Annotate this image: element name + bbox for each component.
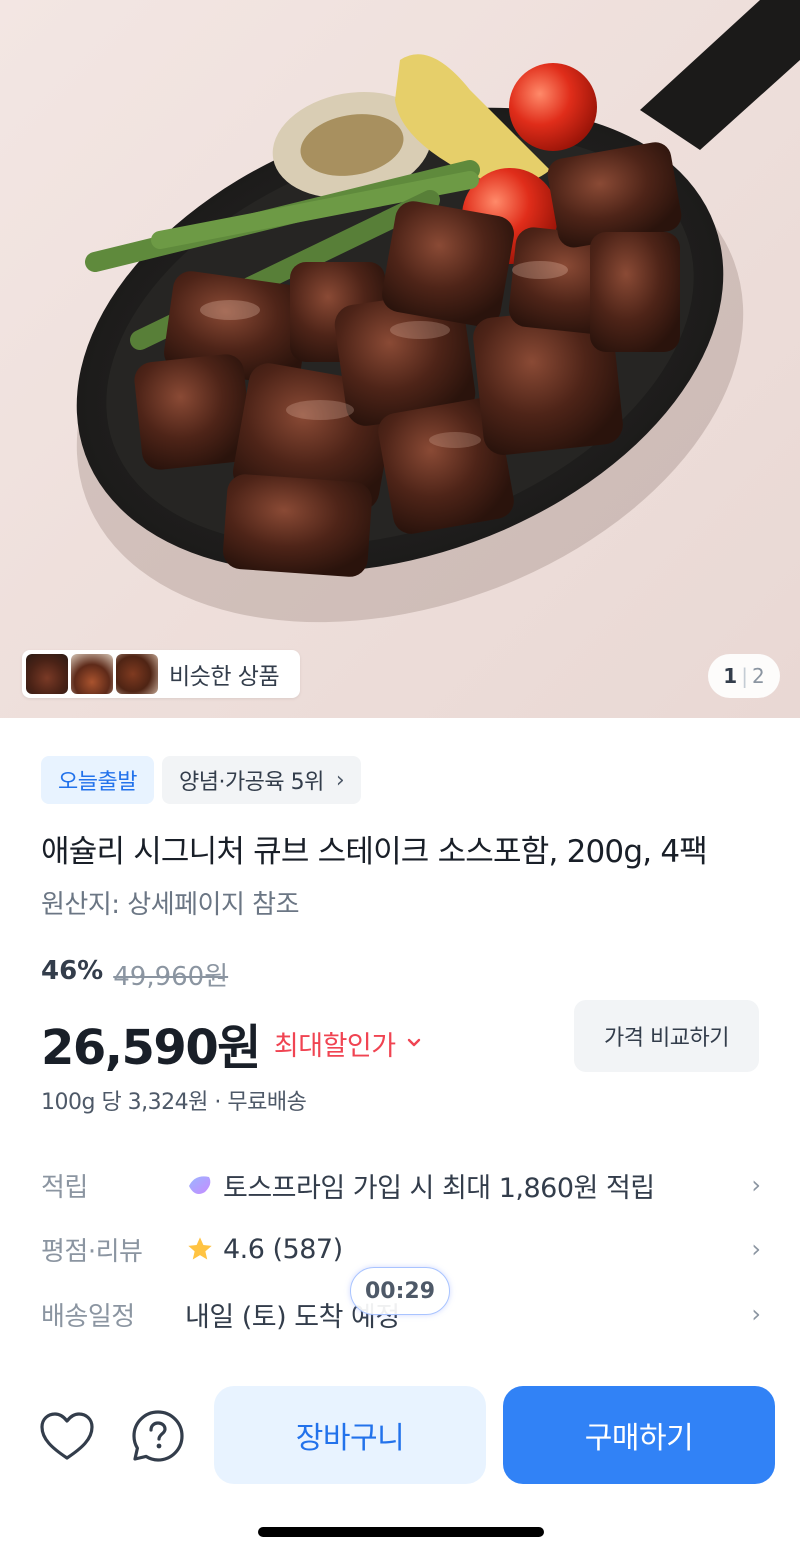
pager-current: 1 (723, 664, 738, 688)
unit-price-shipping: 100g 당 3,324원 · 무료배송 (41, 1090, 307, 1115)
chevron-right-icon: › (335, 767, 345, 793)
pager-total: 2 (751, 664, 765, 688)
similar-thumbnail (71, 654, 113, 694)
inquiry-button[interactable] (128, 1406, 188, 1466)
question-bubble-icon (132, 1410, 184, 1462)
product-title: 애슐리 시그니처 큐브 스테이크 소스포함, 200g, 4팩 (41, 834, 708, 870)
discount-percent: 46% (41, 956, 104, 986)
heart-icon (40, 1412, 94, 1460)
points-row[interactable]: 적립 토스프라임 가입 시 최대 1,860원 적립 › (41, 1160, 761, 1210)
product-tags: 오늘출발 양념·가공육 5위 › (41, 756, 362, 804)
product-origin: 원산지: 상세페이지 참조 (41, 890, 300, 920)
chevron-down-icon (407, 1038, 420, 1047)
chevron-right-icon: › (751, 1300, 761, 1328)
similar-products-label: 비슷한 상품 (169, 664, 280, 690)
price-compare-button[interactable]: 가격 비교하기 (574, 1000, 759, 1072)
original-price: 49,960원 (113, 962, 229, 992)
sale-price: 26,590원 (41, 1020, 261, 1076)
points-key: 적립 (41, 1172, 88, 1203)
chevron-right-icon: › (751, 1171, 761, 1199)
rating-key: 평점·리뷰 (41, 1236, 143, 1267)
points-value: 토스프라임 가입 시 최대 1,860원 적립 (223, 1172, 655, 1204)
category-ranking-chip[interactable]: 양념·가공육 5위 › (161, 756, 362, 804)
chevron-right-icon: › (751, 1235, 761, 1263)
buy-now-button[interactable]: 구매하기 (503, 1386, 775, 1484)
price-row: 26,590원 최대할인가 (41, 1008, 422, 1078)
home-indicator (258, 1527, 544, 1537)
today-shipping-label: 오늘출발 (58, 770, 137, 795)
pager-separator: | (741, 664, 748, 688)
product-image[interactable]: 비슷한 상품 1 | 2 (0, 0, 800, 718)
wishlist-button[interactable] (37, 1406, 97, 1466)
delivery-key: 배송일정 (41, 1301, 135, 1332)
discount-row: 46% 49,960원 (41, 956, 228, 993)
star-icon (188, 1237, 212, 1260)
countdown-timer: 00:29 (350, 1267, 450, 1315)
similar-thumbnail (116, 654, 158, 694)
add-to-cart-button[interactable]: 장바구니 (214, 1386, 486, 1484)
category-ranking-label: 양념·가공육 5위 (178, 770, 324, 795)
max-discount-toggle[interactable]: 최대할인가 (274, 1024, 422, 1063)
today-shipping-badge: 오늘출발 (41, 756, 154, 804)
rating-value: 4.6 (587) (223, 1233, 343, 1265)
steak-photo (76, 0, 800, 623)
similar-products-button[interactable]: 비슷한 상품 (22, 650, 300, 698)
toss-prime-icon (189, 1176, 211, 1194)
image-pager: 1 | 2 (708, 654, 780, 698)
max-discount-label: 최대할인가 (273, 1030, 396, 1062)
bottom-action-bar: 장바구니 구매하기 (0, 1370, 800, 1500)
similar-thumbnail (26, 654, 68, 694)
